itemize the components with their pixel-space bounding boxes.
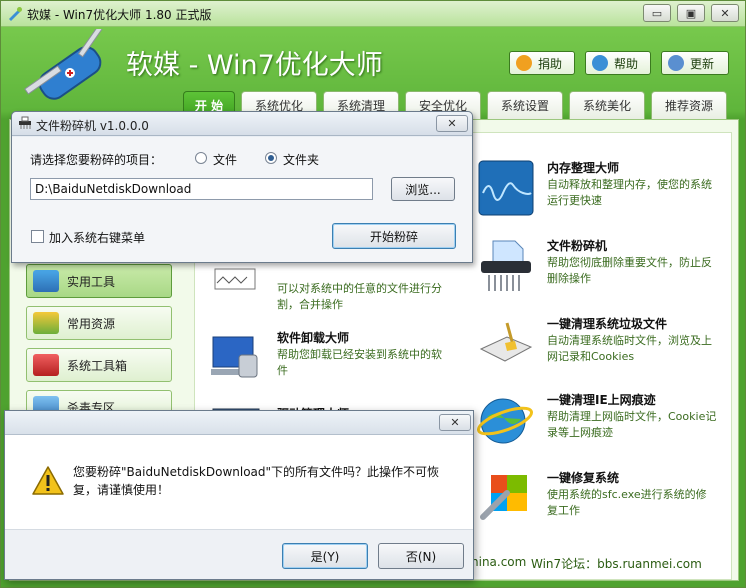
window-title: 软媒 - Win7优化大师 1.80 正式版	[27, 8, 212, 22]
repair-wrench-icon	[480, 475, 527, 520]
radio-file[interactable]	[195, 152, 207, 164]
radio-folder[interactable]	[265, 152, 277, 164]
swiss-knife-logo-icon	[24, 29, 103, 100]
tab-recommended[interactable]: 推荐资源	[651, 91, 727, 119]
tool-file-splitter[interactable]: 可以对系统中的任意的文件进行分割，合并操作	[207, 263, 457, 329]
confirm-title-bar[interactable]: ✕	[5, 411, 473, 435]
minimize-button[interactable]: ▭	[643, 4, 671, 22]
radio-folder-label[interactable]: 文件夹	[283, 151, 319, 168]
globe-icon	[477, 398, 533, 444]
sidebar-item-resources[interactable]: 常用资源	[26, 306, 172, 340]
tool-memory-optimizer[interactable]: 内存整理大师 自动释放和整理内存，使您的系统运行更快速	[477, 159, 727, 225]
item-type-label: 请选择您要粉碎的项目：	[30, 153, 163, 167]
confirm-dialog: ✕ 您要粉碎"BaiduNetdiskDownload"下的所有文件吗？此操作不…	[4, 410, 474, 580]
context-menu-label[interactable]: 加入系统右键菜单	[49, 229, 145, 246]
shredder-icon	[481, 240, 531, 291]
update-button[interactable]: 更新	[661, 51, 729, 75]
uninstall-icon	[211, 336, 258, 378]
title-bar[interactable]: 软媒 - Win7优化大师 1.80 正式版 ▭ ▣ ✕	[1, 1, 745, 27]
utilities-icon	[33, 270, 59, 292]
confirm-button-bar: 是(Y) 否(N)	[5, 529, 473, 579]
update-icon	[668, 55, 684, 71]
no-button[interactable]: 否(N)	[378, 543, 464, 569]
toolbox-icon	[33, 354, 59, 376]
app-title: 软媒 - Win7优化大师	[126, 50, 383, 81]
tool-system-repair[interactable]: 一键修复系统 使用系统的sfc.exe进行系统的修复工作	[477, 469, 727, 535]
junk-clean-icon	[479, 322, 533, 362]
shredder-body: 请选择您要粉碎的项目： 文件 文件夹 浏览... 加入系统右键菜单 开始粉碎	[12, 137, 472, 262]
sidebar-item-toolbox[interactable]: 系统工具箱	[26, 348, 172, 382]
confirm-close-button[interactable]: ✕	[439, 414, 471, 431]
forum-link[interactable]: Win7论坛：bbs.ruanmei.com	[531, 555, 702, 572]
donate-button[interactable]: 捐助	[509, 51, 575, 75]
path-input[interactable]	[30, 178, 373, 200]
sidebar-item-utilities[interactable]: 实用工具	[26, 264, 172, 298]
memory-chart-icon	[478, 160, 534, 216]
confirm-message: 您要粉碎"BaiduNetdiskDownload"下的所有文件吗？此操作不可恢…	[73, 465, 440, 497]
donate-icon	[516, 55, 532, 71]
context-menu-checkbox[interactable]	[31, 230, 44, 243]
tool-junk-cleaner[interactable]: 一键清理系统垃圾文件 自动清理系统临时文件，浏览及上网记录和Cookies	[477, 315, 727, 381]
maximize-button[interactable]: ▣	[677, 4, 705, 22]
help-button[interactable]: 帮助	[585, 51, 651, 75]
yes-button[interactable]: 是(Y)	[282, 543, 368, 569]
shredder-title-bar[interactable]: 文件粉碎机 v1.0.0.0 ✕	[12, 112, 472, 136]
close-button[interactable]: ✕	[711, 4, 739, 22]
tool-file-shredder[interactable]: 文件粉碎机 帮助您彻底删除重要文件，防止反删除操作	[477, 237, 727, 303]
site-link[interactable]: hina.com	[471, 555, 526, 569]
start-shred-button[interactable]: 开始粉碎	[332, 223, 456, 249]
warning-icon	[32, 466, 64, 495]
file-split-icon	[214, 268, 256, 290]
tool-ie-cleaner[interactable]: 一键清理IE上网痕迹 帮助清理上网临时文件，Cookie记录等上网痕迹	[477, 391, 727, 457]
help-icon	[592, 55, 608, 71]
footer-links: hina.com Win7论坛：bbs.ruanmei.com	[471, 555, 702, 571]
tool-software-uninstaller[interactable]: 软件卸载大师 帮助您卸载已经安装到系统中的软件	[207, 329, 457, 395]
shredder-title: 文件粉碎机 v1.0.0.0	[36, 119, 149, 133]
resources-icon	[33, 312, 59, 334]
shredder-small-icon	[19, 116, 31, 129]
app-icon	[9, 7, 22, 21]
tab-system-settings[interactable]: 系统设置	[487, 91, 563, 119]
tab-system-beautify[interactable]: 系统美化	[569, 91, 645, 119]
file-shredder-dialog: 文件粉碎机 v1.0.0.0 ✕ 请选择您要粉碎的项目： 文件 文件夹 浏览..…	[11, 111, 473, 263]
shredder-close-button[interactable]: ✕	[436, 115, 468, 132]
radio-file-label[interactable]: 文件	[213, 151, 237, 168]
browse-button[interactable]: 浏览...	[391, 177, 455, 201]
